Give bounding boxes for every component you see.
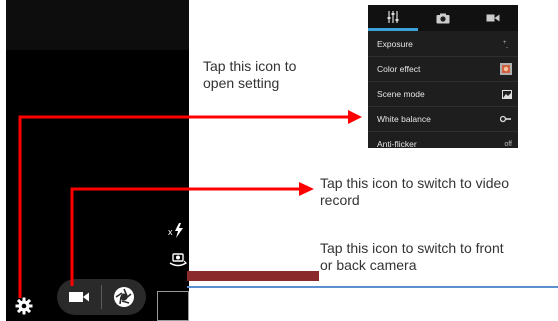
camera-caption: Tap this icon to switch to front or back… (320, 240, 504, 273)
settings-caption: Tap this icon to open setting (203, 58, 297, 91)
settings-arrow-head (348, 110, 362, 124)
red-divider (187, 271, 319, 281)
blue-divider (187, 286, 558, 288)
video-caption: Tap this icon to switch to video record (320, 175, 510, 208)
video-arrow-head (299, 182, 314, 196)
